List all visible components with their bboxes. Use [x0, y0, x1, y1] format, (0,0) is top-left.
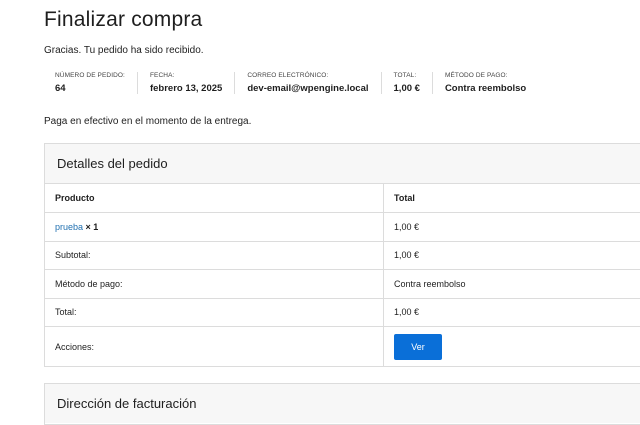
subtotal-label: Subtotal:: [45, 241, 384, 270]
view-order-button[interactable]: Ver: [394, 334, 442, 360]
payment-method-row-label: Método de pago:: [45, 270, 384, 299]
order-received-message: Gracias. Tu pedido ha sido recibido.: [44, 45, 204, 56]
overview-date: FECHA: febrero 13, 2025: [138, 72, 235, 94]
total-label: TOTAL:: [394, 72, 420, 79]
payment-method-value: Contra reembolso: [445, 83, 526, 94]
order-number-value: 64: [55, 83, 125, 94]
table-row-total: Total: 1,00 €: [45, 298, 640, 327]
column-header-total: Total: [384, 184, 640, 213]
actions-cell: Ver: [384, 327, 640, 367]
overview-total: TOTAL: 1,00 €: [382, 72, 433, 94]
table-row-actions: Acciones: Ver: [45, 327, 640, 367]
product-link[interactable]: prueba: [55, 222, 83, 232]
total-row-label: Total:: [45, 298, 384, 327]
page-title: Finalizar compra: [44, 8, 202, 32]
product-total: 1,00 €: [384, 213, 640, 242]
overview-order-number: NÚMERO DE PEDIDO: 64: [44, 72, 138, 94]
order-details-table: Producto Total prueba × 1 1,00 € Subtota…: [45, 184, 640, 367]
subtotal-value: 1,00 €: [384, 241, 640, 270]
order-details-section: Detalles del pedido Producto Total prueb…: [44, 143, 640, 367]
table-row-product: prueba × 1 1,00 €: [45, 213, 640, 242]
billing-address-heading: Dirección de facturación: [45, 384, 640, 423]
overview-payment-method: MÉTODO DE PAGO: Contra reembolso: [433, 72, 538, 94]
table-row-payment-method: Método de pago: Contra reembolso: [45, 270, 640, 299]
order-details-heading: Detalles del pedido: [45, 144, 640, 184]
payment-method-label: MÉTODO DE PAGO:: [445, 72, 526, 79]
product-quantity: × 1: [86, 222, 99, 232]
actions-label: Acciones:: [45, 327, 384, 367]
table-row-subtotal: Subtotal: 1,00 €: [45, 241, 640, 270]
billing-address-section: Dirección de facturación: [44, 383, 640, 425]
email-value: dev-email@wpengine.local: [247, 83, 368, 94]
email-label: CORREO ELECTRÓNICO:: [247, 72, 368, 79]
payment-method-row-value: Contra reembolso: [384, 270, 640, 299]
date-label: FECHA:: [150, 72, 222, 79]
column-header-product: Producto: [45, 184, 384, 213]
total-value: 1,00 €: [394, 83, 420, 94]
total-row-value: 1,00 €: [384, 298, 640, 327]
order-number-label: NÚMERO DE PEDIDO:: [55, 72, 125, 79]
payment-instructions: Paga en efectivo en el momento de la ent…: [44, 116, 251, 127]
table-header-row: Producto Total: [45, 184, 640, 213]
order-overview: NÚMERO DE PEDIDO: 64 FECHA: febrero 13, …: [44, 72, 538, 94]
product-cell: prueba × 1: [45, 213, 384, 242]
overview-email: CORREO ELECTRÓNICO: dev-email@wpengine.l…: [235, 72, 381, 94]
date-value: febrero 13, 2025: [150, 83, 222, 94]
